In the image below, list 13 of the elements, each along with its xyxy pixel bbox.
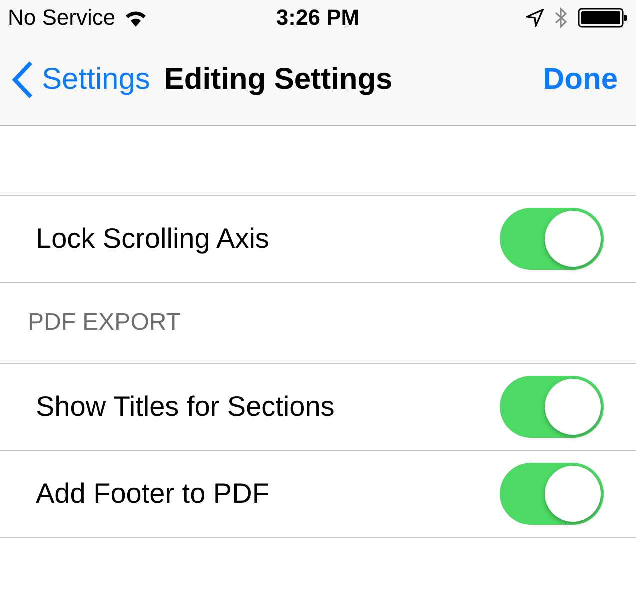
location-arrow-icon [526,8,544,26]
page-title: Editing Settings [164,63,394,97]
clock-text: 3:26 PM [276,4,360,30]
bluetooth-icon [554,6,568,28]
carrier-text: No Service [8,4,116,30]
setting-label: Show Titles for Sections [36,391,335,423]
setting-label: Lock Scrolling Axis [36,223,270,255]
back-button[interactable]: Settings [12,61,150,99]
done-button[interactable]: Done [543,63,624,97]
back-chevron-icon [12,61,34,99]
section-header: PDF EXPORT [28,309,181,337]
battery-icon [578,6,628,28]
setting-label: Add Footer to PDF [36,478,270,510]
